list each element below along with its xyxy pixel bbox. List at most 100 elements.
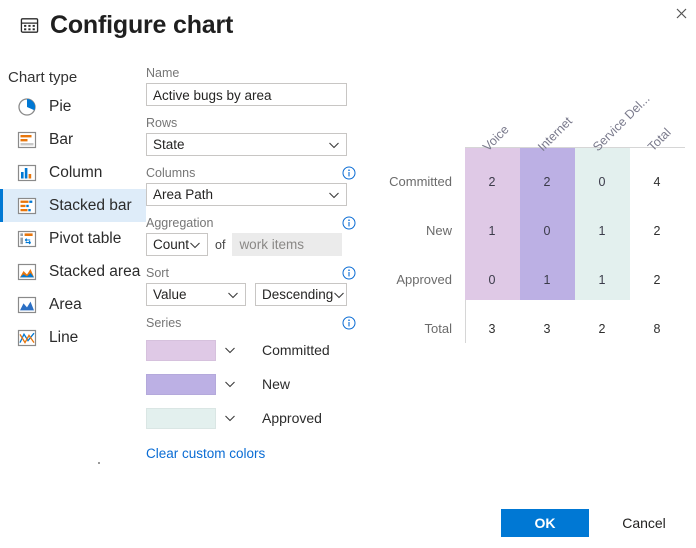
- chart-type-item-area[interactable]: Area: [0, 288, 146, 321]
- clear-custom-colors-link[interactable]: Clear custom colors: [146, 446, 265, 461]
- table-cell-total: 3: [465, 322, 519, 336]
- columns-label: Columns: [146, 166, 195, 180]
- table-cell: 1: [575, 224, 629, 238]
- chart-type-label: Pie: [49, 98, 71, 116]
- table-cell: 0: [575, 175, 629, 189]
- chart-type-item-bar[interactable]: Bar: [0, 123, 146, 156]
- info-icon[interactable]: [342, 166, 356, 180]
- table-cell: 2: [520, 175, 574, 189]
- chart-type-label: Pivot table: [49, 230, 121, 248]
- aggregation-function-value: Count: [153, 234, 189, 256]
- aggregation-label: Aggregation: [146, 216, 213, 230]
- table-cell-grand-total: 8: [630, 322, 684, 336]
- aggregation-label-row: Aggregation: [146, 216, 356, 230]
- row-label-committed: Committed: [389, 174, 452, 189]
- bar-chart-icon: [17, 130, 37, 150]
- table-cell: 0: [465, 273, 519, 287]
- series-row: Committed: [146, 333, 356, 367]
- chevron-down-icon: [328, 189, 340, 201]
- chart-type-item-stacked-bar[interactable]: Stacked bar: [0, 189, 146, 222]
- table-cell: 2: [465, 175, 519, 189]
- table-cell: 0: [520, 224, 574, 238]
- chart-type-item-pivot-table[interactable]: Pivot table: [0, 222, 146, 255]
- chevron-down-icon: [328, 139, 340, 151]
- chevron-down-icon: [189, 239, 201, 251]
- chart-type-item-line[interactable]: Line: [0, 321, 146, 354]
- stray-dot: [98, 462, 100, 464]
- table-cell: 1: [575, 273, 629, 287]
- aggregation-target-field: work items: [232, 233, 342, 256]
- cancel-button[interactable]: Cancel: [608, 509, 680, 537]
- chevron-down-icon: [227, 289, 239, 301]
- chart-type-label: Column: [49, 164, 102, 182]
- chart-type-item-pie[interactable]: Pie: [0, 90, 146, 123]
- chart-type-label: Area: [49, 296, 82, 314]
- chevron-down-icon[interactable]: [224, 344, 236, 356]
- columns-select-value: Area Path: [153, 184, 213, 206]
- series-label: Series: [146, 316, 181, 330]
- grid-table-icon: [20, 16, 39, 35]
- series-name: Committed: [262, 342, 330, 358]
- series-list: Committed New Approved: [146, 333, 356, 435]
- aggregation-function-select[interactable]: Count: [146, 233, 208, 256]
- field-rows: Rows State: [146, 116, 356, 156]
- rows-label: Rows: [146, 116, 177, 130]
- sort-label-row: Sort: [146, 266, 356, 280]
- chart-type-item-column[interactable]: Column: [0, 156, 146, 189]
- sort-label: Sort: [146, 266, 169, 280]
- pivot-table-icon: [17, 229, 37, 249]
- table-cell-total: 2: [575, 322, 629, 336]
- sort-field-value: Value: [153, 284, 187, 306]
- name-label-row: Name: [146, 66, 356, 80]
- close-button[interactable]: [670, 2, 692, 24]
- series-color-swatch[interactable]: [146, 340, 216, 361]
- sort-direction-select[interactable]: Descending: [255, 283, 347, 306]
- name-input[interactable]: Active bugs by area: [146, 83, 347, 106]
- table-cell-total: 2: [630, 224, 684, 238]
- series-row: New: [146, 367, 356, 401]
- chart-type-heading: Chart type: [8, 69, 77, 86]
- field-columns: Columns Area Path: [146, 166, 356, 206]
- series-color-swatch[interactable]: [146, 374, 216, 395]
- sort-row: Value Descending: [146, 283, 356, 306]
- chart-type-label: Line: [49, 329, 78, 347]
- series-color-swatch[interactable]: [146, 408, 216, 429]
- columns-label-row: Columns: [146, 166, 356, 180]
- chevron-down-icon[interactable]: [224, 412, 236, 424]
- aggregation-row: Count of work items: [146, 233, 356, 256]
- columns-select[interactable]: Area Path: [146, 183, 347, 206]
- table-cell: 1: [520, 273, 574, 287]
- sort-field-select[interactable]: Value: [146, 283, 246, 306]
- dialog-header: Configure chart: [20, 13, 233, 38]
- info-icon[interactable]: [342, 266, 356, 280]
- rows-select[interactable]: State: [146, 133, 347, 156]
- field-sort: Sort Value Descending: [146, 266, 356, 306]
- table-cell-total: 2: [630, 273, 684, 287]
- table-cell: 1: [465, 224, 519, 238]
- stacked-area-chart-icon: [17, 262, 37, 282]
- name-label: Name: [146, 66, 179, 80]
- chart-type-label: Stacked bar: [49, 197, 132, 215]
- ok-button[interactable]: OK: [501, 509, 589, 537]
- line-chart-icon: [17, 328, 37, 348]
- column-chart-icon: [17, 163, 37, 183]
- field-name: Name Active bugs by area: [146, 66, 356, 106]
- series-name: New: [262, 376, 290, 392]
- chart-type-item-stacked-area[interactable]: Stacked area: [0, 255, 146, 288]
- sort-direction-value: Descending: [262, 284, 333, 306]
- info-icon[interactable]: [342, 316, 356, 330]
- series-row: Approved: [146, 401, 356, 435]
- series-name: Approved: [262, 410, 322, 426]
- row-label-new: New: [426, 223, 452, 238]
- rows-select-value: State: [153, 134, 185, 156]
- row-label-total: Total: [425, 321, 452, 336]
- page-title: Configure chart: [50, 13, 233, 38]
- info-icon[interactable]: [342, 216, 356, 230]
- area-chart-icon: [17, 295, 37, 315]
- aggregation-of-text: of: [215, 238, 225, 252]
- chart-preview: Voice Internet Service Del... Total Comm…: [380, 90, 690, 350]
- chart-type-label: Stacked area: [49, 263, 140, 281]
- chevron-down-icon[interactable]: [224, 378, 236, 390]
- column-header-service-del: Service Del...: [590, 92, 652, 154]
- column-header-total: Total: [645, 125, 674, 154]
